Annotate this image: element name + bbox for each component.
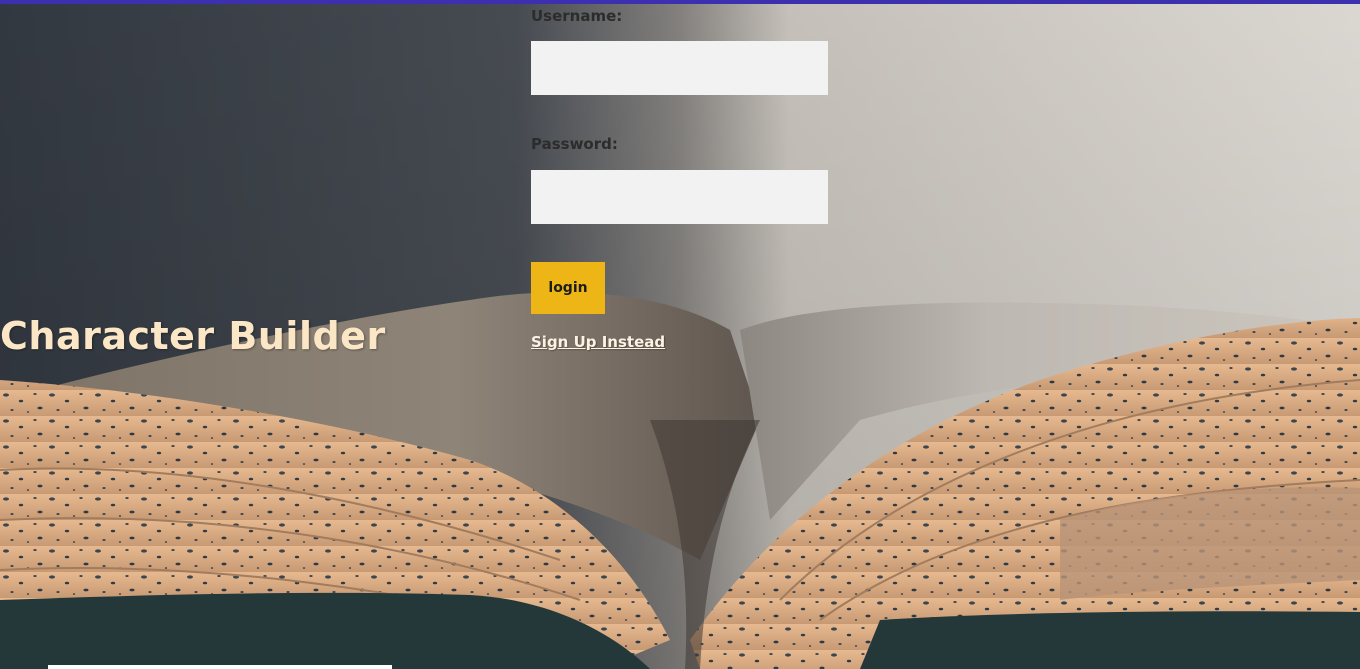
- password-input[interactable]: [531, 170, 828, 224]
- login-page: Character Builder Username: Password: lo…: [0, 0, 1360, 669]
- login-button[interactable]: login: [531, 262, 605, 314]
- username-label: Username:: [531, 7, 623, 25]
- top-accent-bar: [0, 0, 1360, 4]
- sign-up-link[interactable]: Sign Up Instead: [531, 333, 665, 351]
- username-input[interactable]: [531, 41, 828, 95]
- password-label: Password:: [531, 135, 618, 153]
- bottom-strip: [48, 665, 392, 669]
- app-title: Character Builder: [0, 314, 386, 358]
